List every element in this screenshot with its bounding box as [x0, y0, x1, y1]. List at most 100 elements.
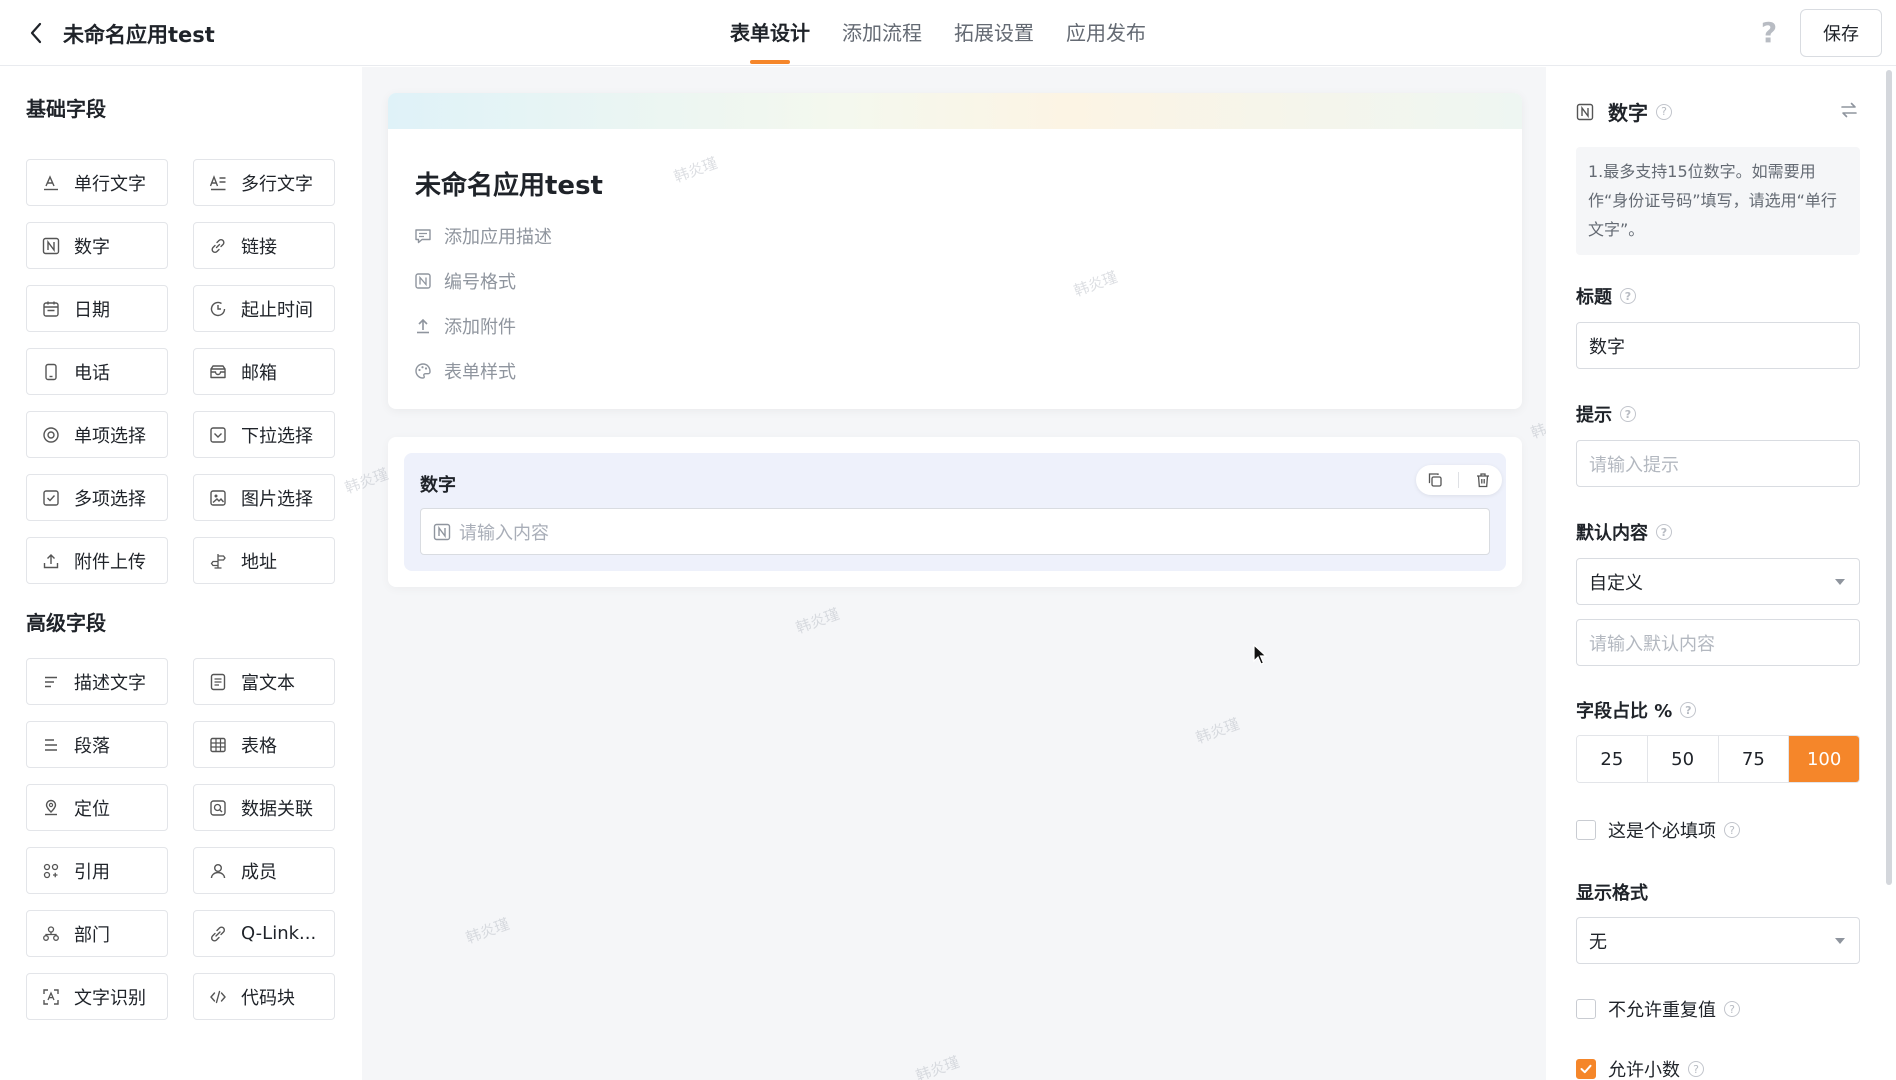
- reference-icon: [42, 862, 60, 880]
- palette-item-code-block[interactable]: 代码块: [193, 973, 335, 1020]
- delete-icon[interactable]: [1468, 465, 1498, 495]
- ratio-option-25[interactable]: 25: [1577, 736, 1648, 782]
- back-arrow-icon[interactable]: [26, 20, 46, 46]
- palette-item-single-line-text[interactable]: 单行文字: [26, 159, 168, 206]
- palette-item-label: 多行文字: [241, 173, 313, 195]
- palette-item-label: 文字识别: [74, 987, 146, 1009]
- ratio-option-100[interactable]: 100: [1789, 736, 1859, 782]
- palette-item-label: 成员: [241, 861, 277, 883]
- tab-extension-settings[interactable]: 拓展设置: [954, 0, 1034, 66]
- tab-app-publish[interactable]: 应用发布: [1066, 0, 1146, 66]
- number-field-input[interactable]: 请输入内容: [420, 508, 1490, 555]
- default-content-input[interactable]: 请输入默认内容: [1576, 619, 1860, 666]
- copy-icon[interactable]: [1420, 465, 1450, 495]
- time-range-icon: [209, 300, 227, 318]
- palette-item-label: 表格: [241, 735, 277, 757]
- tab-form-design[interactable]: 表单设计: [730, 0, 810, 66]
- help-icon[interactable]: ?: [1755, 18, 1783, 48]
- help-circle-icon[interactable]: ?: [1688, 1061, 1704, 1077]
- add-description-link[interactable]: 添加应用描述: [414, 223, 552, 249]
- palette-item-mail[interactable]: 邮箱: [193, 348, 335, 395]
- caret-down-icon: [1835, 578, 1845, 585]
- help-circle-icon[interactable]: ?: [1724, 1001, 1740, 1017]
- help-circle-icon[interactable]: ?: [1656, 524, 1672, 540]
- meta-label: 添加附件: [444, 317, 516, 338]
- palette-item-label: 单行文字: [74, 173, 146, 195]
- palette-item-label: Q-Link...: [241, 923, 317, 944]
- link-icon: [209, 237, 227, 255]
- palette-item-table[interactable]: 表格: [193, 721, 335, 768]
- rich-text-icon: [209, 673, 227, 691]
- palette-item-image-select[interactable]: 图片选择: [193, 474, 335, 521]
- save-button[interactable]: 保存: [1800, 9, 1882, 57]
- display-format-select[interactable]: 无: [1576, 917, 1860, 964]
- allow-decimal-checkbox-row[interactable]: 允许小数 ?: [1576, 1056, 1704, 1080]
- palette-item-rich-text[interactable]: 富文本: [193, 658, 335, 705]
- number-format-link[interactable]: 编号格式: [414, 268, 516, 294]
- palette-item-reference[interactable]: 引用: [26, 847, 168, 894]
- palette-item-multi-line-text[interactable]: 多行文字: [193, 159, 335, 206]
- allow-decimal-label: 允许小数: [1608, 1060, 1680, 1080]
- title-input[interactable]: 数字: [1576, 322, 1860, 369]
- palette-item-member[interactable]: 成员: [193, 847, 335, 894]
- qlink-icon: [209, 925, 227, 943]
- help-circle-icon[interactable]: ?: [1656, 103, 1672, 120]
- allow-decimal-checkbox[interactable]: [1576, 1059, 1596, 1079]
- palette-item-label: 日期: [74, 299, 110, 321]
- form-header-card[interactable]: 未命名应用test 添加应用描述 编号格式 添加附件 表单样式 韩炎瑾 韩炎瑾: [388, 93, 1522, 409]
- no-duplicate-checkbox[interactable]: [1576, 999, 1596, 1019]
- required-checkbox-row[interactable]: 这是个必填项 ?: [1576, 817, 1740, 843]
- help-circle-icon[interactable]: ?: [1724, 822, 1740, 838]
- panel-scrollbar[interactable]: [1886, 70, 1892, 885]
- display-format-label: 显示格式: [1576, 883, 1648, 904]
- radio-icon: [42, 426, 60, 444]
- palette-item-upload[interactable]: 附件上传: [26, 537, 168, 584]
- palette-item-label: 下拉选择: [241, 425, 313, 447]
- caret-down-icon: [1835, 937, 1845, 944]
- field-label: 数字: [420, 475, 456, 496]
- switch-field-type-icon[interactable]: [1838, 99, 1860, 121]
- help-circle-icon[interactable]: ?: [1680, 702, 1697, 718]
- hint-input[interactable]: 请输入提示: [1576, 440, 1860, 487]
- upload-icon: [42, 552, 60, 570]
- mail-icon: [209, 363, 227, 381]
- ratio-option-75[interactable]: 75: [1718, 736, 1790, 782]
- no-duplicate-checkbox-row[interactable]: 不允许重复值 ?: [1576, 996, 1740, 1022]
- palette-item-location[interactable]: 定位: [26, 784, 168, 831]
- add-attachment-link[interactable]: 添加附件: [414, 313, 516, 339]
- selected-field-number[interactable]: 数字 请输入内容: [404, 453, 1506, 571]
- input-placeholder: 请输入内容: [459, 522, 549, 544]
- tab-add-flow[interactable]: 添加流程: [842, 0, 922, 66]
- palette-item-radio[interactable]: 单项选择: [26, 411, 168, 458]
- default-content-select[interactable]: 自定义: [1576, 558, 1860, 605]
- form-field-card[interactable]: 数字 请输入内容: [388, 437, 1522, 587]
- palette-item-checkbox[interactable]: 多项选择: [26, 474, 168, 521]
- required-checkbox[interactable]: [1576, 820, 1596, 840]
- palette-item-label: 段落: [74, 735, 110, 757]
- palette-item-time-range[interactable]: 起止时间: [193, 285, 335, 332]
- help-circle-icon[interactable]: ?: [1620, 288, 1636, 304]
- palette-item-department[interactable]: 部门: [26, 910, 168, 957]
- palette-item-dropdown[interactable]: 下拉选择: [193, 411, 335, 458]
- title-label-text: 标题: [1576, 287, 1612, 308]
- palette-item-number[interactable]: 数字: [26, 222, 168, 269]
- single-line-text-icon: [42, 174, 60, 192]
- mouse-cursor-icon: [1253, 643, 1268, 665]
- code-icon: [209, 988, 227, 1006]
- ratio-option-50[interactable]: 50: [1647, 736, 1719, 782]
- palette-item-data-link[interactable]: 数据关联: [193, 784, 335, 831]
- palette-item-date[interactable]: 日期: [26, 285, 168, 332]
- form-title[interactable]: 未命名应用test: [415, 165, 603, 202]
- palette-item-qlink[interactable]: Q-Link...: [193, 910, 335, 957]
- comment-icon: [414, 227, 432, 245]
- number-icon: [433, 523, 451, 541]
- help-circle-icon[interactable]: ?: [1620, 406, 1636, 422]
- palette-item-description[interactable]: 描述文字: [26, 658, 168, 705]
- palette-item-label: 富文本: [241, 672, 295, 694]
- palette-item-ocr[interactable]: 文字识别: [26, 973, 168, 1020]
- form-style-link[interactable]: 表单样式: [414, 358, 516, 384]
- palette-item-phone[interactable]: 电话: [26, 348, 168, 395]
- palette-item-paragraph[interactable]: 段落: [26, 721, 168, 768]
- palette-item-address[interactable]: 地址: [193, 537, 335, 584]
- palette-item-link[interactable]: 链接: [193, 222, 335, 269]
